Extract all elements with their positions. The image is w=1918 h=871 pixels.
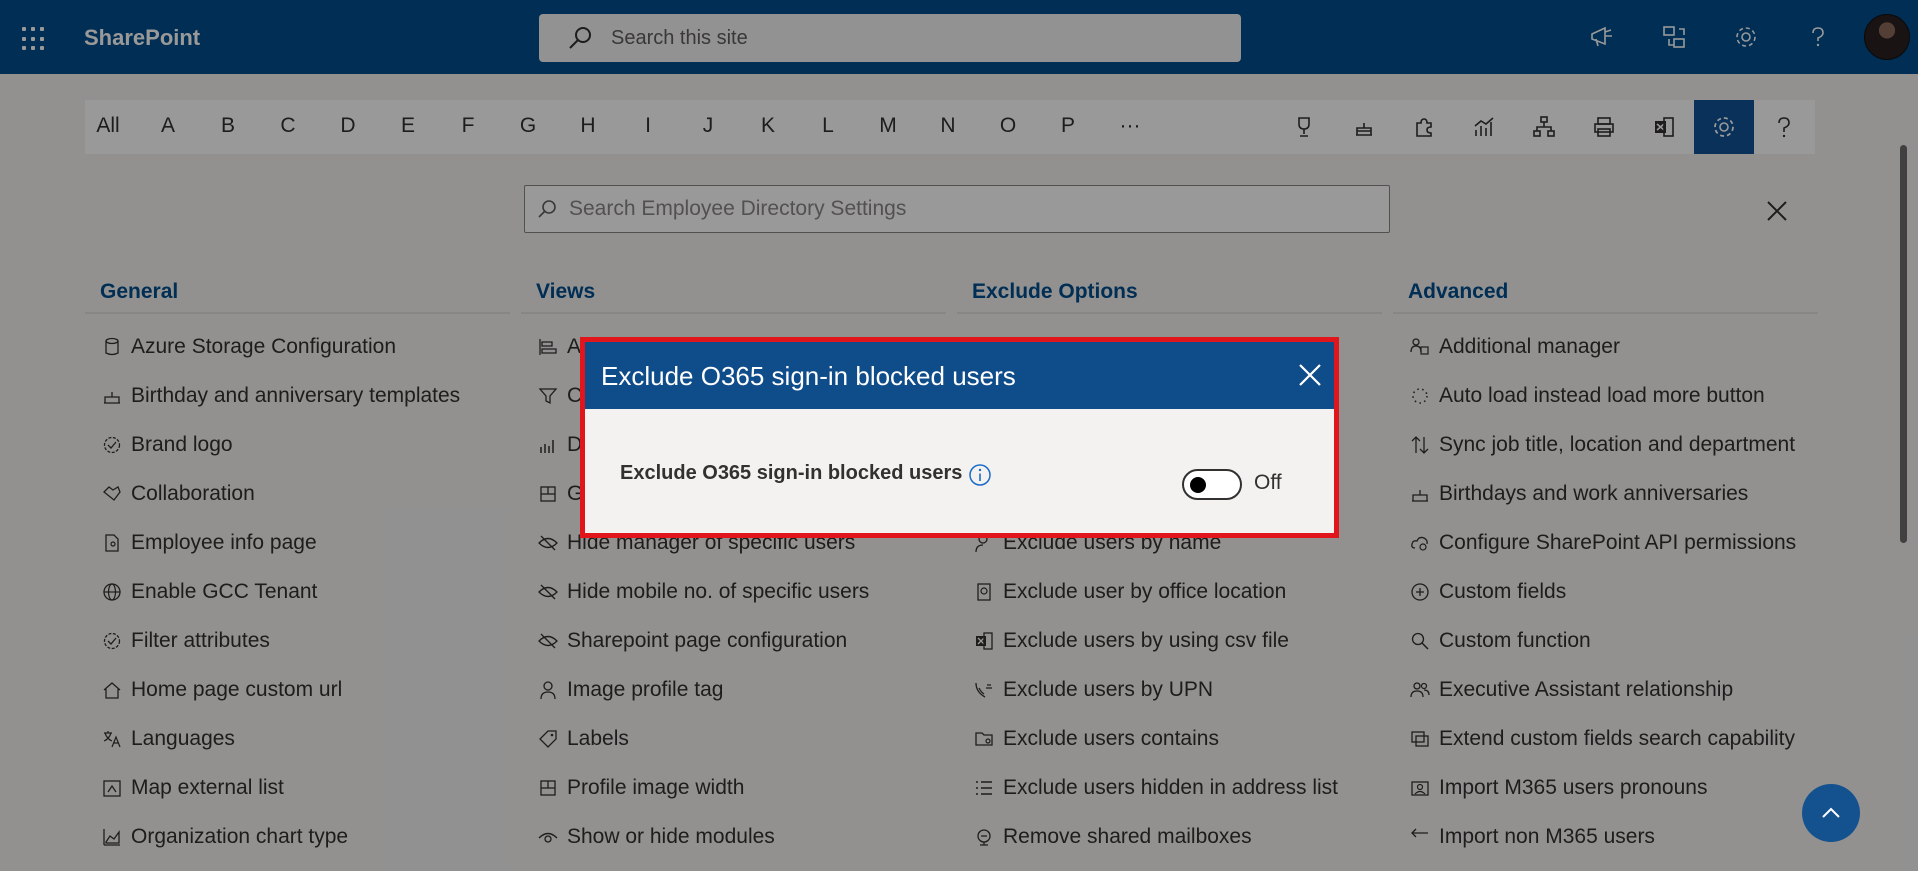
exclude-blocked-users-toggle[interactable] xyxy=(1182,469,1242,500)
info-icon[interactable] xyxy=(968,463,992,487)
setting-label: Exclude O365 sign-in blocked users xyxy=(620,462,963,484)
close-icon[interactable] xyxy=(1296,361,1324,389)
toggle-knob xyxy=(1190,477,1206,493)
scroll-to-top-button[interactable] xyxy=(1802,784,1860,842)
exclude-blocked-users-dialog: Exclude O365 sign-in blocked users Exclu… xyxy=(580,337,1339,538)
chevron-up-icon xyxy=(1822,807,1840,818)
toggle-state-label: Off xyxy=(1254,471,1282,494)
dialog-title: Exclude O365 sign-in blocked users xyxy=(601,361,1016,391)
dialog-header: Exclude O365 sign-in blocked users xyxy=(585,342,1334,409)
